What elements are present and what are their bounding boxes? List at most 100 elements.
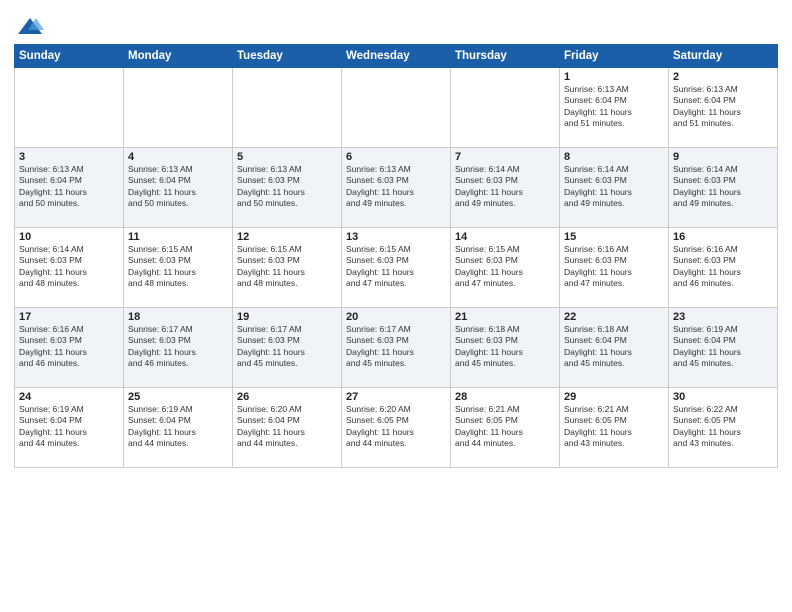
day-cell [342,68,451,148]
day-number: 23 [673,311,773,323]
day-info: Sunrise: 6:14 AM Sunset: 6:03 PM Dayligh… [19,244,119,290]
weekday-header-sunday: Sunday [15,45,124,68]
day-cell: 5Sunrise: 6:13 AM Sunset: 6:03 PM Daylig… [233,148,342,228]
day-number: 30 [673,391,773,403]
day-cell: 16Sunrise: 6:16 AM Sunset: 6:03 PM Dayli… [669,228,778,308]
day-cell: 22Sunrise: 6:18 AM Sunset: 6:04 PM Dayli… [560,308,669,388]
header [14,10,778,38]
day-number: 13 [346,231,446,243]
day-number: 10 [19,231,119,243]
day-cell: 26Sunrise: 6:20 AM Sunset: 6:04 PM Dayli… [233,388,342,468]
day-info: Sunrise: 6:13 AM Sunset: 6:04 PM Dayligh… [564,84,664,130]
day-cell: 24Sunrise: 6:19 AM Sunset: 6:04 PM Dayli… [15,388,124,468]
day-cell [124,68,233,148]
day-info: Sunrise: 6:14 AM Sunset: 6:03 PM Dayligh… [564,164,664,210]
day-info: Sunrise: 6:13 AM Sunset: 6:04 PM Dayligh… [128,164,228,210]
weekday-header-wednesday: Wednesday [342,45,451,68]
day-number: 21 [455,311,555,323]
weekday-header-saturday: Saturday [669,45,778,68]
day-cell [451,68,560,148]
day-cell: 7Sunrise: 6:14 AM Sunset: 6:03 PM Daylig… [451,148,560,228]
day-info: Sunrise: 6:16 AM Sunset: 6:03 PM Dayligh… [564,244,664,290]
day-info: Sunrise: 6:17 AM Sunset: 6:03 PM Dayligh… [346,324,446,370]
day-info: Sunrise: 6:13 AM Sunset: 6:04 PM Dayligh… [673,84,773,130]
week-row-4: 17Sunrise: 6:16 AM Sunset: 6:03 PM Dayli… [15,308,778,388]
day-info: Sunrise: 6:17 AM Sunset: 6:03 PM Dayligh… [237,324,337,370]
day-number: 8 [564,151,664,163]
day-number: 4 [128,151,228,163]
day-number: 12 [237,231,337,243]
day-cell: 13Sunrise: 6:15 AM Sunset: 6:03 PM Dayli… [342,228,451,308]
day-info: Sunrise: 6:21 AM Sunset: 6:05 PM Dayligh… [564,404,664,450]
day-number: 24 [19,391,119,403]
weekday-header-friday: Friday [560,45,669,68]
day-number: 17 [19,311,119,323]
day-number: 7 [455,151,555,163]
day-cell [15,68,124,148]
day-cell: 17Sunrise: 6:16 AM Sunset: 6:03 PM Dayli… [15,308,124,388]
day-number: 5 [237,151,337,163]
day-number: 20 [346,311,446,323]
day-cell: 12Sunrise: 6:15 AM Sunset: 6:03 PM Dayli… [233,228,342,308]
day-cell: 23Sunrise: 6:19 AM Sunset: 6:04 PM Dayli… [669,308,778,388]
day-info: Sunrise: 6:19 AM Sunset: 6:04 PM Dayligh… [673,324,773,370]
day-info: Sunrise: 6:13 AM Sunset: 6:04 PM Dayligh… [19,164,119,210]
day-number: 2 [673,71,773,83]
day-cell: 14Sunrise: 6:15 AM Sunset: 6:03 PM Dayli… [451,228,560,308]
day-cell: 2Sunrise: 6:13 AM Sunset: 6:04 PM Daylig… [669,68,778,148]
day-info: Sunrise: 6:20 AM Sunset: 6:04 PM Dayligh… [237,404,337,450]
day-info: Sunrise: 6:14 AM Sunset: 6:03 PM Dayligh… [455,164,555,210]
weekday-header-thursday: Thursday [451,45,560,68]
day-info: Sunrise: 6:14 AM Sunset: 6:03 PM Dayligh… [673,164,773,210]
day-cell: 1Sunrise: 6:13 AM Sunset: 6:04 PM Daylig… [560,68,669,148]
day-number: 1 [564,71,664,83]
day-number: 15 [564,231,664,243]
day-info: Sunrise: 6:13 AM Sunset: 6:03 PM Dayligh… [346,164,446,210]
day-cell: 21Sunrise: 6:18 AM Sunset: 6:03 PM Dayli… [451,308,560,388]
day-info: Sunrise: 6:16 AM Sunset: 6:03 PM Dayligh… [673,244,773,290]
weekday-header-monday: Monday [124,45,233,68]
day-cell: 20Sunrise: 6:17 AM Sunset: 6:03 PM Dayli… [342,308,451,388]
day-cell: 4Sunrise: 6:13 AM Sunset: 6:04 PM Daylig… [124,148,233,228]
week-row-1: 1Sunrise: 6:13 AM Sunset: 6:04 PM Daylig… [15,68,778,148]
day-number: 18 [128,311,228,323]
day-cell: 29Sunrise: 6:21 AM Sunset: 6:05 PM Dayli… [560,388,669,468]
day-number: 27 [346,391,446,403]
day-cell [233,68,342,148]
day-cell: 30Sunrise: 6:22 AM Sunset: 6:05 PM Dayli… [669,388,778,468]
day-cell: 15Sunrise: 6:16 AM Sunset: 6:03 PM Dayli… [560,228,669,308]
day-number: 29 [564,391,664,403]
week-row-2: 3Sunrise: 6:13 AM Sunset: 6:04 PM Daylig… [15,148,778,228]
day-info: Sunrise: 6:15 AM Sunset: 6:03 PM Dayligh… [237,244,337,290]
day-number: 25 [128,391,228,403]
day-cell: 25Sunrise: 6:19 AM Sunset: 6:04 PM Dayli… [124,388,233,468]
day-info: Sunrise: 6:20 AM Sunset: 6:05 PM Dayligh… [346,404,446,450]
day-number: 9 [673,151,773,163]
logo [14,14,44,38]
day-cell: 27Sunrise: 6:20 AM Sunset: 6:05 PM Dayli… [342,388,451,468]
day-info: Sunrise: 6:15 AM Sunset: 6:03 PM Dayligh… [346,244,446,290]
day-info: Sunrise: 6:15 AM Sunset: 6:03 PM Dayligh… [128,244,228,290]
day-cell: 6Sunrise: 6:13 AM Sunset: 6:03 PM Daylig… [342,148,451,228]
day-number: 26 [237,391,337,403]
day-info: Sunrise: 6:15 AM Sunset: 6:03 PM Dayligh… [455,244,555,290]
day-info: Sunrise: 6:18 AM Sunset: 6:03 PM Dayligh… [455,324,555,370]
day-number: 22 [564,311,664,323]
day-cell: 18Sunrise: 6:17 AM Sunset: 6:03 PM Dayli… [124,308,233,388]
day-cell: 11Sunrise: 6:15 AM Sunset: 6:03 PM Dayli… [124,228,233,308]
day-info: Sunrise: 6:21 AM Sunset: 6:05 PM Dayligh… [455,404,555,450]
day-number: 28 [455,391,555,403]
day-cell: 8Sunrise: 6:14 AM Sunset: 6:03 PM Daylig… [560,148,669,228]
day-info: Sunrise: 6:13 AM Sunset: 6:03 PM Dayligh… [237,164,337,210]
day-info: Sunrise: 6:19 AM Sunset: 6:04 PM Dayligh… [19,404,119,450]
week-row-3: 10Sunrise: 6:14 AM Sunset: 6:03 PM Dayli… [15,228,778,308]
week-row-5: 24Sunrise: 6:19 AM Sunset: 6:04 PM Dayli… [15,388,778,468]
day-cell: 19Sunrise: 6:17 AM Sunset: 6:03 PM Dayli… [233,308,342,388]
day-number: 19 [237,311,337,323]
day-cell: 9Sunrise: 6:14 AM Sunset: 6:03 PM Daylig… [669,148,778,228]
day-info: Sunrise: 6:16 AM Sunset: 6:03 PM Dayligh… [19,324,119,370]
weekday-header-tuesday: Tuesday [233,45,342,68]
day-number: 14 [455,231,555,243]
page: SundayMondayTuesdayWednesdayThursdayFrid… [0,0,792,612]
day-number: 3 [19,151,119,163]
